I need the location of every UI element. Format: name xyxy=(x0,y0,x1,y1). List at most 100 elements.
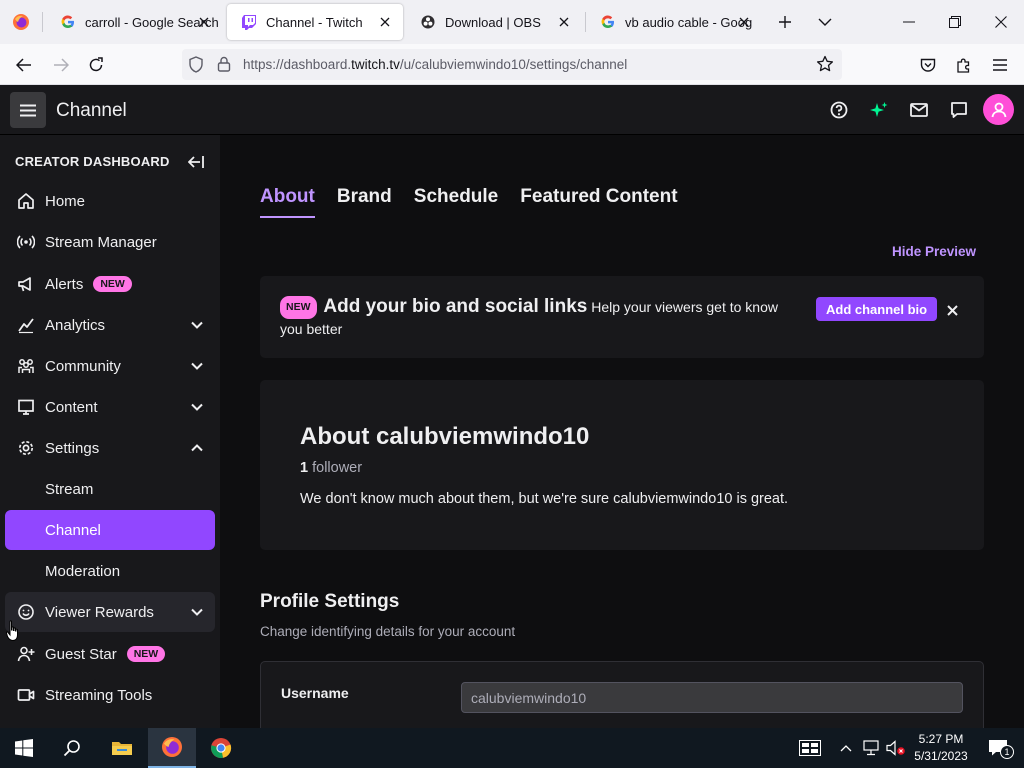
sparkle-icon[interactable] xyxy=(865,96,893,124)
follower-number: 1 xyxy=(300,460,309,476)
new-badge: NEW xyxy=(93,276,132,292)
browser-tab-carroll[interactable]: carroll - Google Search xyxy=(46,4,222,40)
tab-schedule[interactable]: Schedule xyxy=(414,186,498,218)
sidebar-item-settings[interactable]: Settings xyxy=(5,428,215,468)
file-explorer-icon[interactable] xyxy=(98,728,146,768)
tab-title: Channel - Twitch xyxy=(266,14,363,30)
extensions-puzzle-icon[interactable] xyxy=(949,50,979,80)
sidebar-item-guest-star[interactable]: Guest Star NEW xyxy=(5,634,215,674)
firefox-taskbar-icon[interactable] xyxy=(148,728,196,768)
add-channel-bio-button[interactable]: Add channel bio xyxy=(816,297,938,321)
minimize-button[interactable] xyxy=(886,0,932,44)
sidebar-item-community[interactable]: Community xyxy=(5,346,215,386)
main-content: About Brand Schedule Featured Content Hi… xyxy=(220,135,1024,728)
windows-start-icon[interactable] xyxy=(0,728,48,768)
sidebar-item-streaming-tools[interactable]: Streaming Tools xyxy=(5,675,215,715)
mouse-cursor-icon xyxy=(6,620,18,642)
browser-tab-obs[interactable]: Download | OBS xyxy=(406,4,582,40)
sidebar-item-label: Community xyxy=(45,357,121,375)
sidebar-heading: CREATOR DASHBOARD xyxy=(15,154,170,169)
taskbar-clock[interactable]: 5:27 PM 5/31/2023 xyxy=(912,731,970,765)
twitch-icon xyxy=(241,14,257,30)
list-tabs-chevron-icon[interactable] xyxy=(811,8,839,36)
sidebar-item-label: Alerts xyxy=(45,275,84,293)
sidebar-item-label: Guest Star xyxy=(45,645,117,663)
profile-settings-card: Username xyxy=(260,661,984,728)
action-center-tablet-icon[interactable] xyxy=(794,728,826,768)
sidebar-item-stream-manager[interactable]: Stream Manager xyxy=(5,222,215,262)
close-icon[interactable] xyxy=(196,14,212,30)
bookmark-star-icon[interactable] xyxy=(816,55,834,78)
notification-count: 1 xyxy=(1000,745,1014,759)
network-icon[interactable] xyxy=(860,728,882,768)
reload-icon[interactable] xyxy=(81,50,111,80)
page-title: Channel xyxy=(56,100,127,121)
close-icon[interactable] xyxy=(736,14,752,30)
sidebar-item-label: Channel xyxy=(45,521,101,539)
sidebar-item-analytics[interactable]: Analytics xyxy=(5,305,215,345)
sidebar-item-moderation[interactable]: Moderation xyxy=(5,551,215,591)
sidebar-item-label: Stream xyxy=(45,480,94,498)
profile-settings-title: Profile Settings xyxy=(260,591,400,612)
chrome-icon[interactable] xyxy=(197,728,245,768)
chevron-down-icon xyxy=(189,317,205,333)
inbox-icon[interactable] xyxy=(905,96,933,124)
sidebar-item-label: Streaming Tools xyxy=(45,686,153,704)
browser-tab-twitch[interactable]: Channel - Twitch xyxy=(227,4,403,40)
url-text[interactable]: https://dashboard.twitch.tv/u/calubviemw… xyxy=(243,57,627,72)
new-tab-button[interactable] xyxy=(771,8,799,36)
collapse-sidebar-icon[interactable] xyxy=(184,151,208,173)
sidebar-item-home[interactable]: Home xyxy=(5,181,215,221)
sidebar-item-channel[interactable]: Channel xyxy=(5,510,215,550)
creator-dashboard-sidebar: CREATOR DASHBOARD Home Stream Manager Al… xyxy=(0,135,220,728)
chevron-down-icon xyxy=(189,358,205,374)
new-badge: NEW xyxy=(126,646,166,662)
sidebar-item-viewer-rewards[interactable]: Viewer Rewards xyxy=(5,592,215,632)
url-bar[interactable]: https://dashboard.twitch.tv/u/calubviemw… xyxy=(182,49,842,80)
tab-brand[interactable]: Brand xyxy=(337,186,392,218)
avatar[interactable] xyxy=(983,94,1014,125)
sidebar-item-label: Stream Manager xyxy=(45,233,157,251)
lock-icon[interactable] xyxy=(217,56,231,77)
pocket-icon[interactable] xyxy=(913,50,943,80)
google-icon xyxy=(60,14,76,30)
forward-arrow-icon[interactable] xyxy=(46,50,76,80)
browser-tab-bar: carroll - Google Search Channel - Twitch… xyxy=(0,0,1024,44)
chevron-up-icon xyxy=(189,440,205,456)
obs-icon xyxy=(420,14,436,30)
hide-preview-button[interactable]: Hide Preview xyxy=(892,244,976,259)
promo-text: NEW Add your bio and social links Help y… xyxy=(280,296,800,340)
close-window-button[interactable] xyxy=(978,0,1024,44)
search-icon[interactable] xyxy=(48,728,96,768)
community-icon xyxy=(16,356,36,376)
close-icon[interactable] xyxy=(556,14,572,30)
browser-tab-vb-audio[interactable]: vb audio cable - Google xyxy=(586,4,762,40)
analytics-icon xyxy=(16,315,36,335)
notifications-icon[interactable]: 1 xyxy=(978,728,1018,768)
maximize-button[interactable] xyxy=(932,0,978,44)
sidebar-item-alerts[interactable]: Alerts NEW xyxy=(5,264,215,304)
about-description: We don't know much about them, but we're… xyxy=(300,491,789,507)
whispers-icon[interactable] xyxy=(945,96,973,124)
profile-settings-subtitle: Change identifying details for your acco… xyxy=(260,624,516,639)
close-icon[interactable] xyxy=(942,300,962,320)
clock-time: 5:27 PM xyxy=(918,732,964,746)
hamburger-menu-icon[interactable] xyxy=(10,92,46,128)
tab-featured-content[interactable]: Featured Content xyxy=(520,186,677,218)
sidebar-item-content[interactable]: Content xyxy=(5,387,215,427)
username-label: Username xyxy=(281,685,349,701)
back-arrow-icon[interactable] xyxy=(9,50,39,80)
tab-about[interactable]: About xyxy=(260,186,315,218)
username-field[interactable] xyxy=(461,682,963,713)
close-icon[interactable] xyxy=(377,14,393,30)
show-hidden-icons-chevron-icon[interactable] xyxy=(836,728,856,768)
promo-heading: Add your bio and social links xyxy=(323,296,588,317)
firefox-menu-icon[interactable] xyxy=(0,0,42,44)
tracking-protection-shield-icon[interactable] xyxy=(188,56,204,78)
sidebar-item-stream[interactable]: Stream xyxy=(5,469,215,509)
help-icon[interactable] xyxy=(825,96,853,124)
volume-muted-icon[interactable] xyxy=(884,728,908,768)
rewards-icon xyxy=(16,602,36,622)
app-menu-icon[interactable] xyxy=(985,50,1015,80)
alerts-icon xyxy=(16,274,36,294)
